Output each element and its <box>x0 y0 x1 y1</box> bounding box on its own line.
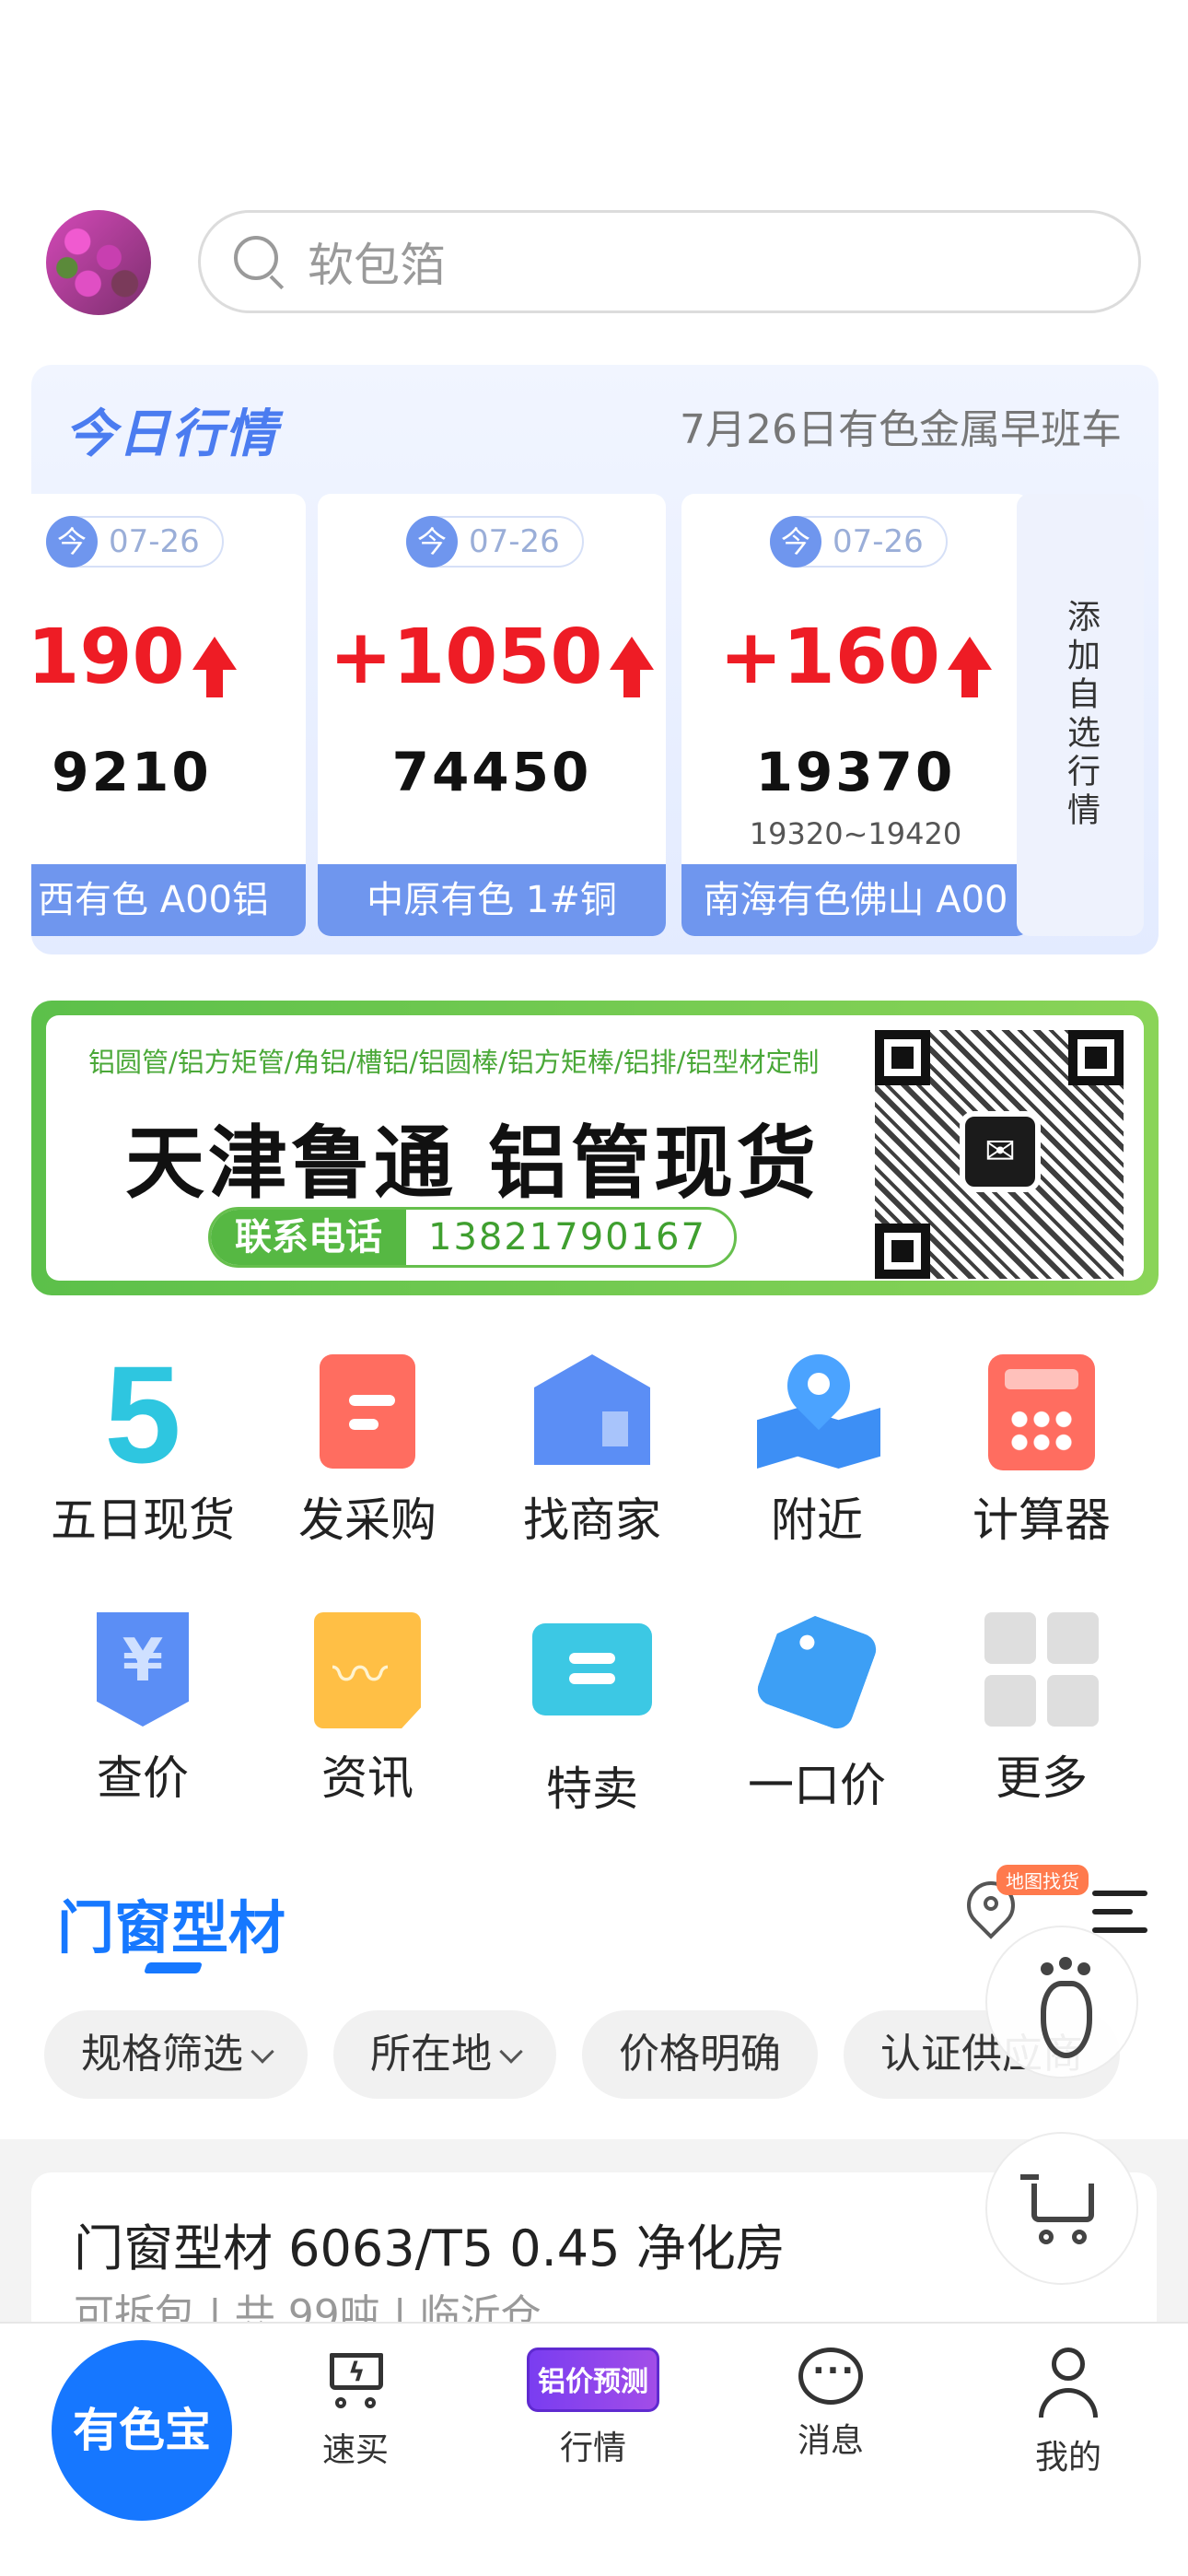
brand-home-button[interactable]: 有色宝 <box>52 2340 232 2521</box>
grid-item-price-check[interactable]: ¥ 查价 <box>28 1612 258 1808</box>
search-icon <box>234 236 285 290</box>
grid-item-five-day[interactable]: 5 五日现货 <box>28 1337 258 1550</box>
market-subtitle[interactable]: 7月26日有色金属早班车 <box>680 396 1122 455</box>
search-placeholder: 软包箔 <box>308 239 446 292</box>
today-badge-icon: 今 <box>46 516 98 568</box>
tab-market[interactable]: 铝价预测 行情 <box>510 2348 676 2469</box>
message-icon <box>798 2348 863 2405</box>
today-market-panel: 今日行情 7月26日有色金属早班车 07-26 今 190 9210 西有色 A… <box>31 365 1159 954</box>
purchase-icon <box>308 1354 427 1474</box>
ad-banner[interactable]: 铝圆管/铝方矩管/角铝/槽铝/铝圆棒/铝方矩棒/铝排/铝型材定制 天津鲁通 铝管… <box>31 1001 1159 1295</box>
tab-quick-buy[interactable]: ϟ 速买 <box>273 2348 438 2471</box>
calculator-icon <box>982 1354 1101 1474</box>
grid-label: 查价 <box>97 1751 189 1805</box>
phone-number: 13821790167 <box>428 1216 706 1259</box>
qr-finder-icon <box>875 1224 930 1279</box>
grid-item-purchase[interactable]: 发采购 <box>252 1354 483 1550</box>
grid-item-calculator[interactable]: 计算器 <box>926 1354 1157 1550</box>
today-badge-icon: 今 <box>406 516 458 568</box>
tab-label: 速买 <box>321 2431 389 2469</box>
filter-menu-icon[interactable] <box>1092 1891 1147 1937</box>
grid-label: 特卖 <box>546 1762 638 1816</box>
price-change: 190 <box>31 614 306 701</box>
grid-label: 更多 <box>996 1751 1088 1805</box>
price-check-icon: ¥ <box>83 1612 203 1732</box>
price-card[interactable]: 07-26 今 +160 19370 19320~19420 南海有色佛山 A0… <box>681 494 1030 936</box>
grid-label: 计算器 <box>973 1493 1111 1547</box>
profile-icon <box>1035 2348 1101 2421</box>
up-arrow-icon <box>192 637 237 697</box>
browse-history-button[interactable] <box>985 1926 1138 2078</box>
phone-label: 联系电话 <box>211 1210 406 1265</box>
news-icon <box>308 1612 427 1732</box>
five-day-icon: 5 <box>104 1337 181 1492</box>
avatar[interactable] <box>46 210 151 315</box>
grid-item-news[interactable]: 资讯 <box>252 1612 483 1808</box>
grid-item-merchant[interactable]: 找商家 <box>477 1354 707 1550</box>
qr-finder-icon <box>875 1030 930 1085</box>
price-card-name: 西有色 A00铝 <box>31 864 306 936</box>
price-card[interactable]: 07-26 今 190 9210 西有色 A00铝 <box>31 494 306 936</box>
price-value: 19370 <box>755 741 956 803</box>
grid-label: 发采购 <box>298 1493 437 1547</box>
market-title: 今日行情 <box>64 404 278 464</box>
tab-category[interactable]: 门窗型材 <box>57 1881 285 1964</box>
search-bar[interactable]: 软包箔 <box>198 210 1141 313</box>
map-search-badge[interactable]: 地图找货 <box>996 1865 1089 1895</box>
price-forecast-icon: 铝价预测 <box>527 2348 659 2412</box>
banner-phone[interactable]: 联系电话 13821790167 <box>208 1207 737 1268</box>
grid-item-fixed-price[interactable]: 一口价 <box>702 1612 932 1815</box>
footprint-icon <box>1041 1981 1092 2058</box>
filter-spec[interactable]: 规格筛选 <box>44 2010 308 2099</box>
cart-icon <box>1031 2184 1094 2222</box>
price-value: 9210 <box>52 741 212 803</box>
grid-item-more[interactable]: 更多 <box>926 1612 1157 1808</box>
price-card[interactable]: 07-26 今 +1050 74450 中原有色 1#铜 <box>318 494 666 936</box>
merchant-icon <box>532 1354 652 1474</box>
filter-location[interactable]: 所在地 <box>333 2010 556 2099</box>
filter-clear-price[interactable]: 价格明确 <box>582 2010 818 2099</box>
grid-label: 资讯 <box>321 1751 413 1805</box>
qr-finder-icon <box>1068 1030 1124 1085</box>
product-title: 门窗型材 6063/T5 0.45 净化房 <box>74 2219 786 2277</box>
price-card-name: 中原有色 1#铜 <box>318 864 666 936</box>
price-card-name: 南海有色佛山 A00 <box>681 864 1030 936</box>
banner-products: 铝圆管/铝方矩管/角铝/槽铝/铝圆棒/铝方矩棒/铝排/铝型材定制 <box>88 1047 820 1078</box>
filter-chips: 规格筛选 所在地 价格明确 认证供应商 <box>44 2010 1146 2099</box>
quick-buy-icon: ϟ <box>322 2348 389 2414</box>
price-value: 74450 <box>391 741 592 803</box>
grid-label: 附近 <box>771 1493 863 1547</box>
price-change: +1050 <box>318 614 666 701</box>
more-icon <box>982 1612 1101 1732</box>
tab-underline <box>143 1962 204 1973</box>
grid-label: 找商家 <box>523 1493 661 1547</box>
chevron-down-icon <box>499 2040 523 2064</box>
tab-label: 消息 <box>797 2422 864 2460</box>
market-cards: 07-26 今 190 9210 西有色 A00铝 07-26 今 +1050 … <box>31 494 1159 936</box>
today-badge-icon: 今 <box>770 516 821 568</box>
add-watchlist-button[interactable]: 添加自选行情 <box>1017 494 1144 936</box>
price-range: 19320~19420 <box>749 816 962 851</box>
up-arrow-icon <box>610 637 655 697</box>
chevron-down-icon <box>250 2040 274 2064</box>
banner-title: 天津鲁通 铝管现货 <box>125 1117 820 1210</box>
wechat-icon: ✉ <box>960 1111 1041 1192</box>
tab-label: 我的 <box>1034 2439 1101 2476</box>
cart-button[interactable] <box>985 2132 1138 2285</box>
add-watchlist-label: 添加自选行情 <box>1062 599 1100 831</box>
fixed-price-icon <box>757 1620 877 1739</box>
tab-profile[interactable]: 我的 <box>985 2348 1151 2478</box>
tab-messages[interactable]: 消息 <box>748 2348 914 2462</box>
grid-label: 一口价 <box>748 1759 886 1812</box>
grid-label: 五日现货 <box>51 1493 235 1547</box>
special-sale-icon <box>532 1623 652 1743</box>
tab-label: 行情 <box>559 2430 626 2467</box>
nearby-icon <box>757 1341 880 1474</box>
price-change: +160 <box>681 614 1030 701</box>
up-arrow-icon <box>947 637 992 697</box>
grid-item-special-sale[interactable]: 特卖 <box>477 1612 707 1819</box>
bottom-tab-bar: 有色宝 ϟ 速买 铝价预测 行情 消息 我的 <box>0 2322 1188 2576</box>
grid-item-nearby[interactable]: 附近 <box>702 1341 932 1550</box>
